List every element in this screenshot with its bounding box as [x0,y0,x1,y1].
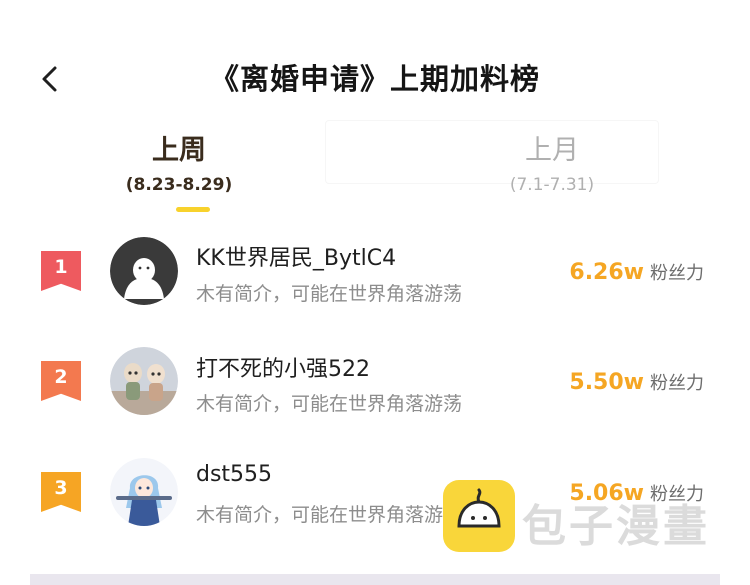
rank-badge: 2 [41,361,81,401]
ranking-page: 《离婚申请》上期加料榜 上周 (8.23-8.29) 上月 (7.1-7.31)… [0,0,750,585]
active-tab-indicator [176,207,210,212]
rank-badge: 1 [41,251,81,291]
tab-last-week[interactable]: 上周 (8.23-8.29) [79,132,279,197]
bottom-bar [30,574,720,585]
fans-value: 6.26w [569,260,644,285]
page-title: 《离婚申请》上期加料榜 [209,62,540,96]
tab-last-month-range: (7.1-7.31) [509,175,595,195]
username: KK世界居民_BytlC4 [196,246,397,271]
username: dst555 [196,462,273,487]
fans-value: 5.50w [569,370,644,395]
tab-last-month[interactable]: 上月 (7.1-7.31) [452,132,652,197]
fans-power: 5.50w 粉丝力 [569,369,704,395]
username: 打不死的小强522 [196,357,370,382]
user-bio: 木有简介，可能在世界角落游荡 [196,393,463,415]
user-bio: 木有简介，可能在世界角落游荡 [196,504,463,526]
rank-badge: 3 [41,472,81,512]
tab-last-month-label: 上月 [525,135,579,166]
tab-last-week-label: 上周 [152,135,206,166]
ranking-row[interactable]: 1 KK世界居民_BytlC4 木有简介，可能在世界角落游荡 6.26w 粉丝力 [0,220,750,320]
ranking-row[interactable]: 2 打不死的小强522 木有简介，可能在世界角落游荡 5.50w 粉丝力 [0,331,750,431]
tab-last-week-range: (8.23-8.29) [125,175,233,195]
fans-unit: 粉丝力 [650,373,704,394]
default-avatar-icon[interactable] [110,237,178,305]
fans-power: 6.26w 粉丝力 [569,259,704,285]
watermark-logo-icon [443,480,515,552]
fans-unit: 粉丝力 [650,263,704,284]
anime-character-avatar-icon[interactable] [110,458,178,526]
figurine-photo-avatar-icon[interactable] [110,347,178,415]
user-bio: 木有简介，可能在世界角落游荡 [196,283,463,305]
watermark-text: 包子漫畫 [522,501,710,552]
